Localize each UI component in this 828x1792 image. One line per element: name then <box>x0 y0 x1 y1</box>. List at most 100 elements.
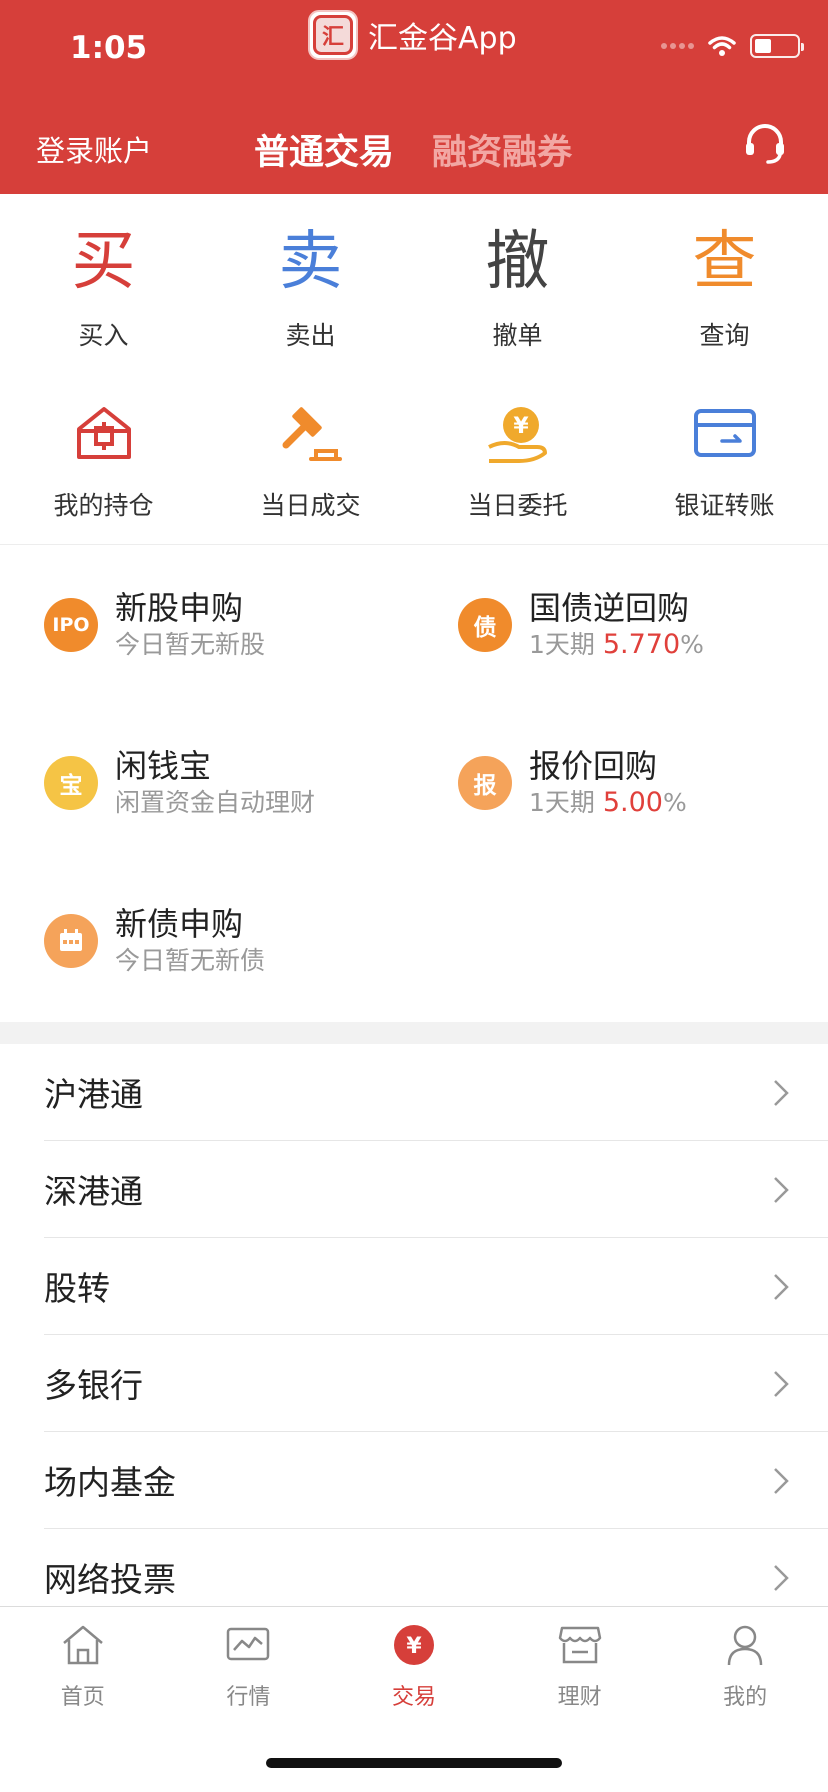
quote-repo-unit: % <box>662 788 687 817</box>
section-divider <box>0 544 828 545</box>
chevron-right-icon <box>774 1274 789 1300</box>
chevron-right-icon <box>774 1565 789 1591</box>
chevron-right-icon <box>774 1468 789 1494</box>
query-glyph: 查 <box>692 225 757 299</box>
login-account-link[interactable]: 登录账户 <box>36 128 152 170</box>
bond-repo-item[interactable]: 债 国债逆回购 1天期 5.770% <box>458 588 704 662</box>
quote-repo-title: 报价回购 <box>529 747 658 785</box>
chevron-right-icon <box>774 1080 789 1106</box>
yen-hand-icon: ¥ <box>482 398 554 470</box>
transfer-card-icon <box>689 398 761 470</box>
quote-repo-item[interactable]: 报 报价回购 1天期 5.00% <box>458 746 687 820</box>
shop-icon <box>556 1621 604 1669</box>
home-indicator <box>266 1758 562 1768</box>
gavel-icon <box>275 398 347 470</box>
home-icon <box>59 1621 107 1669</box>
quote-repo-period: 1天期 <box>529 788 595 817</box>
position-icon <box>68 398 140 470</box>
idle-money-item[interactable]: 宝 闲钱宝 闲置资金自动理财 <box>44 746 315 820</box>
tab-label: 交易 <box>391 1685 436 1710</box>
list-item-exchange-fund[interactable]: 场内基金 <box>44 1432 828 1529</box>
sell-glyph: 卖 <box>278 225 343 299</box>
tab-finance[interactable]: 理财 <box>497 1607 663 1717</box>
idle-money-subtitle: 闲置资金自动理财 <box>115 788 316 817</box>
app-logo-mark: 汇 <box>313 15 353 55</box>
cancel-label: 撤单 <box>492 321 543 350</box>
idle-money-title: 闲钱宝 <box>115 747 212 785</box>
user-icon <box>721 1621 769 1669</box>
app-header: 1:05 汇 汇金谷App 登录账户 普通交易 融资融券 <box>0 0 828 194</box>
tab-home[interactable]: 首页 <box>0 1607 166 1717</box>
tab-trade[interactable]: ¥ 交易 <box>331 1607 497 1717</box>
ipo-subtitle: 今日暂无新股 <box>115 630 266 659</box>
app-logo: 汇 <box>308 10 358 60</box>
today-deals-action[interactable]: 当日成交 <box>207 398 414 522</box>
chevron-right-icon <box>774 1371 789 1397</box>
sell-label: 卖出 <box>285 321 336 350</box>
tab-label: 首页 <box>60 1685 105 1710</box>
list-item-label: 场内基金 <box>44 1463 176 1502</box>
buy-label: 买入 <box>78 321 129 350</box>
app-brand: 汇 汇金谷App <box>308 10 517 60</box>
new-bond-title: 新债申购 <box>115 905 244 943</box>
tab-label: 理财 <box>557 1685 602 1710</box>
cellular-signal-icon <box>661 43 694 49</box>
chevron-right-icon <box>774 1177 789 1203</box>
today-orders-action[interactable]: ¥ 当日委托 <box>414 398 621 522</box>
list-item-share-transfer[interactable]: 股转 <box>44 1238 828 1335</box>
svg-text:¥: ¥ <box>406 1634 422 1659</box>
new-bond-item[interactable]: 新债申购 今日暂无新债 <box>44 904 265 978</box>
my-positions-action[interactable]: 我的持仓 <box>0 398 207 522</box>
status-indicators <box>661 34 804 58</box>
new-bond-subtitle: 今日暂无新债 <box>115 946 266 975</box>
svg-text:¥: ¥ <box>513 414 529 439</box>
bond-badge-icon: 债 <box>458 598 512 652</box>
buy-glyph: 买 <box>71 225 136 299</box>
bond-repo-unit: % <box>680 630 704 659</box>
query-action[interactable]: 查 查询 <box>621 226 828 352</box>
battery-icon <box>750 34 804 58</box>
status-time: 1:05 <box>70 30 148 66</box>
headset-icon[interactable] <box>742 122 788 168</box>
query-label: 查询 <box>699 321 750 350</box>
today-deals-label: 当日成交 <box>260 491 361 520</box>
list-item-sz-hk-connect[interactable]: 深港通 <box>44 1141 828 1238</box>
bond-repo-subtitle: 1天期 5.770% <box>529 628 704 662</box>
cancel-glyph: 撤 <box>485 225 550 299</box>
list-item-label: 股转 <box>44 1269 110 1308</box>
quote-repo-subtitle: 1天期 5.00% <box>529 786 687 820</box>
ipo-title: 新股申购 <box>115 589 244 627</box>
tab-label: 我的 <box>723 1685 768 1710</box>
list-item-label: 沪港通 <box>44 1075 143 1114</box>
ipo-subscribe-item[interactable]: IPO 新股申购 今日暂无新股 <box>44 588 265 662</box>
tab-normal-trade[interactable]: 普通交易 <box>254 124 394 175</box>
list-item-multi-bank[interactable]: 多银行 <box>44 1335 828 1432</box>
bank-transfer-label: 银证转账 <box>674 491 775 520</box>
buy-action[interactable]: 买 买入 <box>0 226 207 352</box>
app-name: 汇金谷App <box>368 21 517 56</box>
chart-icon <box>224 1621 272 1669</box>
sell-action[interactable]: 卖 卖出 <box>207 226 414 352</box>
treasure-badge-icon: 宝 <box>44 756 98 810</box>
bond-repo-rate: 5.770 <box>602 629 681 660</box>
yen-circle-icon: ¥ <box>390 1621 438 1669</box>
cancel-order-action[interactable]: 撤 撤单 <box>414 226 621 352</box>
wifi-icon <box>708 36 736 56</box>
trade-actions: 买 买入 卖 卖出 撤 撤单 查 查询 <box>0 226 828 352</box>
tab-label: 行情 <box>226 1685 271 1710</box>
bank-transfer-action[interactable]: 银证转账 <box>621 398 828 522</box>
feature-list: 沪港通 深港通 股转 多银行 场内基金 网络投票 <box>0 1044 828 1626</box>
calendar-icon <box>44 914 98 968</box>
bond-repo-period: 1天期 <box>529 630 595 659</box>
section-gap <box>0 1022 828 1044</box>
list-item-label: 网络投票 <box>44 1560 176 1599</box>
list-item-sh-hk-connect[interactable]: 沪港通 <box>44 1044 828 1141</box>
tab-mine[interactable]: 我的 <box>662 1607 828 1717</box>
list-item-label: 多银行 <box>44 1366 143 1405</box>
quote-repo-rate: 5.00 <box>602 787 663 818</box>
tab-market[interactable]: 行情 <box>166 1607 332 1717</box>
tab-margin-trade[interactable]: 融资融券 <box>432 124 572 175</box>
list-item-label: 深港通 <box>44 1172 143 1211</box>
my-positions-label: 我的持仓 <box>53 491 154 520</box>
today-orders-label: 当日委托 <box>467 491 568 520</box>
